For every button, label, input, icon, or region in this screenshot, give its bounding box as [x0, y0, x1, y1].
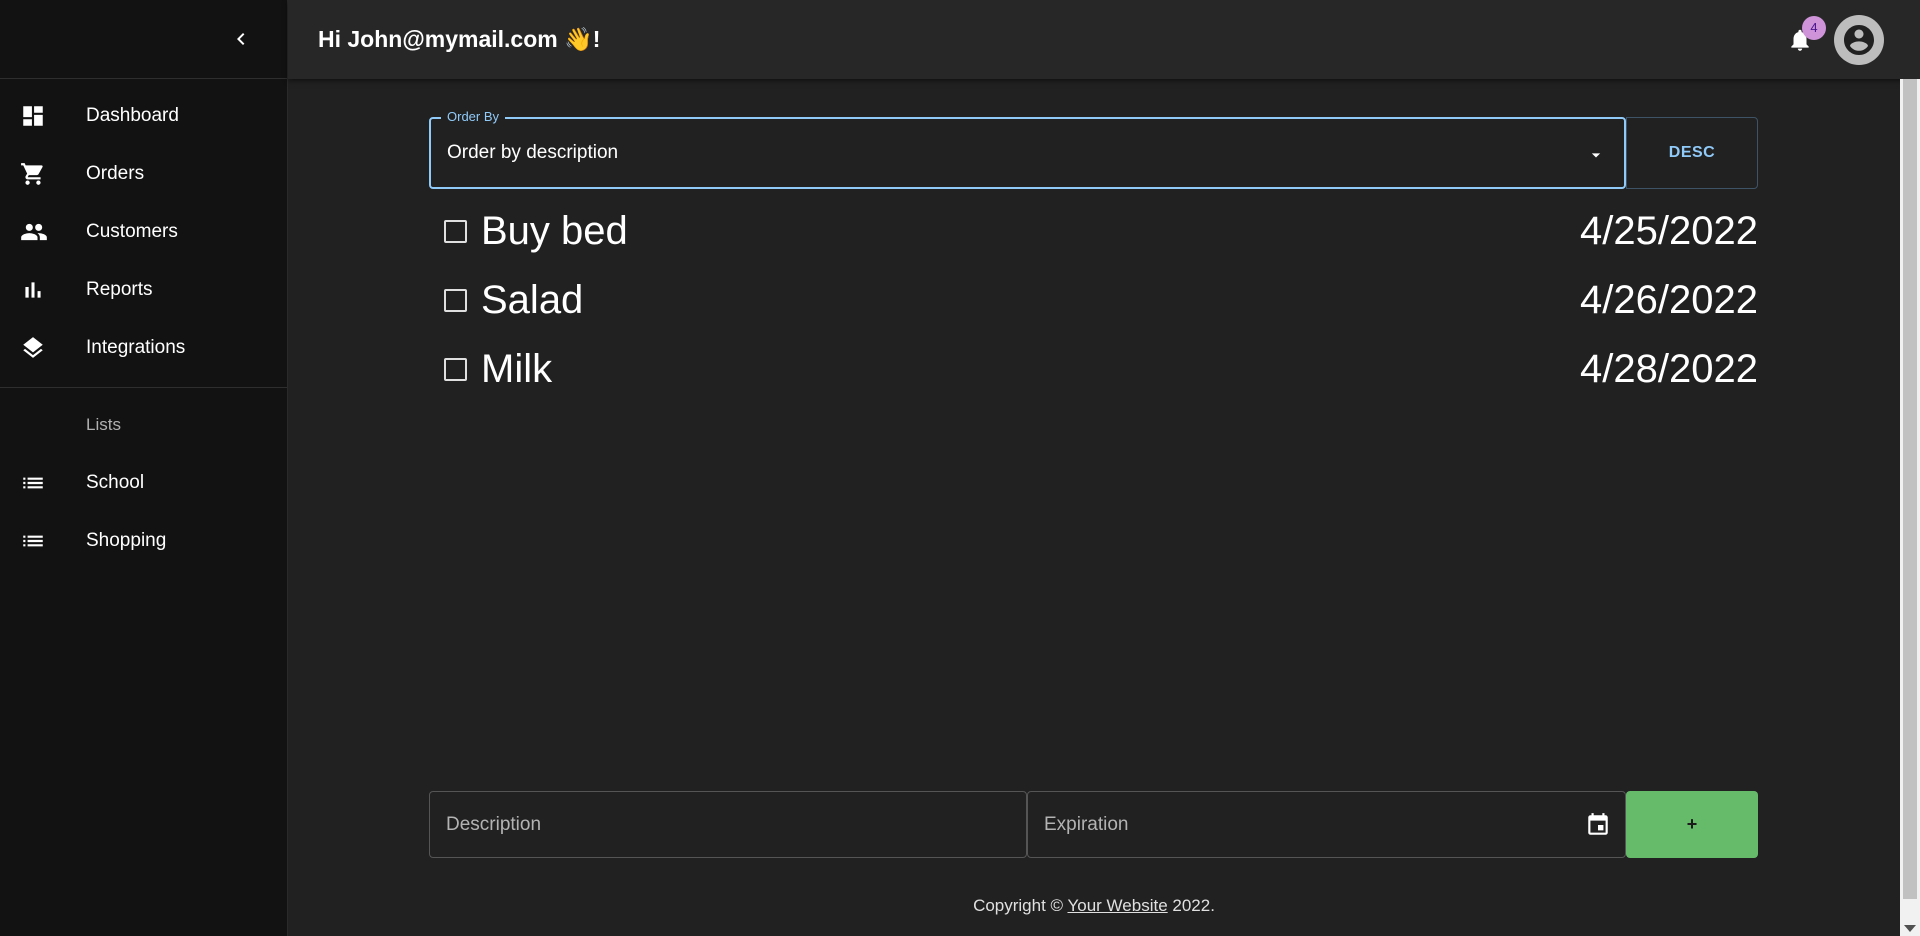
sidebar-item-customers[interactable]: Customers — [0, 203, 287, 261]
sidebar-item-label: Integrations — [86, 337, 186, 358]
list-icon — [0, 470, 86, 496]
collapse-sidebar-button[interactable] — [221, 19, 261, 59]
list-item: Salad 4/26/2022 — [429, 266, 1758, 335]
layers-icon — [0, 335, 86, 361]
copyright-suffix: 2022. — [1167, 896, 1215, 915]
expiration-input[interactable] — [1044, 813, 1625, 836]
avatar[interactable] — [1834, 14, 1884, 65]
sidebar-divider — [0, 387, 287, 388]
sort-direction-button[interactable]: DESC — [1626, 117, 1758, 189]
order-by-label: Order By — [441, 109, 506, 124]
scroll-down-arrow-icon[interactable] — [1904, 925, 1916, 932]
website-link[interactable]: Your Website — [1067, 896, 1167, 915]
description-input[interactable] — [446, 813, 1026, 836]
greeting-title: Hi John@mymail.com 👋! — [318, 26, 601, 52]
sidebar-item-label: Orders — [86, 163, 145, 184]
dashboard-icon — [0, 103, 86, 129]
lists-subheader: Lists — [86, 415, 121, 434]
description-field — [429, 791, 1027, 858]
list-item: Buy bed 4/25/2022 — [429, 197, 1758, 266]
order-by-select[interactable]: Order By Order by description — [429, 109, 1626, 189]
app-bar-actions: 4 — [1780, 0, 1884, 79]
sidebar-item-school[interactable]: School — [0, 454, 287, 512]
sidebar-item-dashboard[interactable]: Dashboard — [0, 87, 287, 145]
person-icon — [1844, 24, 1874, 55]
item-checkbox[interactable] — [444, 358, 467, 381]
add-item-button[interactable]: + — [1626, 791, 1758, 858]
vertical-scrollbar[interactable] — [1900, 79, 1920, 936]
sidebar-header — [0, 0, 287, 79]
sidebar-item-label: Shopping — [86, 530, 167, 551]
notifications-button[interactable]: 4 — [1780, 15, 1826, 60]
expiration-field — [1027, 791, 1626, 858]
caret-down-icon — [1591, 153, 1601, 158]
sidebar-item-integrations[interactable]: Integrations — [0, 319, 287, 377]
todo-list: Buy bed 4/25/2022 Salad 4/26/2022 Milk 4… — [429, 197, 1758, 404]
sidebar-item-orders[interactable]: Orders — [0, 145, 287, 203]
copyright-prefix: Copyright © — [973, 896, 1068, 915]
notification-badge: 4 — [1802, 15, 1826, 40]
chevron-left-icon — [237, 33, 245, 45]
sidebar-item-label: Customers — [86, 221, 178, 242]
add-item-form: + — [429, 791, 1758, 858]
order-by-value: Order by description — [447, 142, 619, 163]
sidebar-item-shopping[interactable]: Shopping — [0, 512, 287, 570]
item-date: 4/26/2022 — [1580, 278, 1758, 322]
item-description: Milk — [481, 347, 553, 391]
item-date: 4/28/2022 — [1580, 347, 1758, 391]
app-bar: Hi John@mymail.com 👋! 4 — [288, 0, 1920, 79]
item-checkbox[interactable] — [444, 220, 467, 243]
cart-icon — [0, 161, 86, 187]
item-description: Salad — [481, 278, 584, 322]
sidebar: Dashboard Orders Customers Reports Integ… — [0, 0, 288, 936]
footer: Copyright © Your Website 2022. — [288, 896, 1900, 916]
sidebar-item-label: School — [86, 472, 145, 493]
order-controls: Order By Order by description DESC — [429, 109, 1758, 189]
bar-chart-icon — [0, 277, 86, 303]
sidebar-item-label: Dashboard — [86, 105, 179, 126]
list-icon — [0, 528, 86, 554]
scrollbar-thumb[interactable] — [1903, 79, 1917, 899]
people-icon — [0, 218, 86, 246]
list-item: Milk 4/28/2022 — [429, 335, 1758, 404]
calendar-icon[interactable] — [1585, 812, 1611, 838]
sidebar-item-reports[interactable]: Reports — [0, 261, 287, 319]
sidebar-nav: Dashboard Orders Customers Reports Integ… — [0, 79, 287, 570]
item-date: 4/25/2022 — [1580, 209, 1758, 253]
main-content: Order By Order by description DESC Buy b… — [429, 109, 1758, 404]
sidebar-item-label: Reports — [86, 279, 153, 300]
item-checkbox[interactable] — [444, 289, 467, 312]
item-description: Buy bed — [481, 209, 628, 253]
